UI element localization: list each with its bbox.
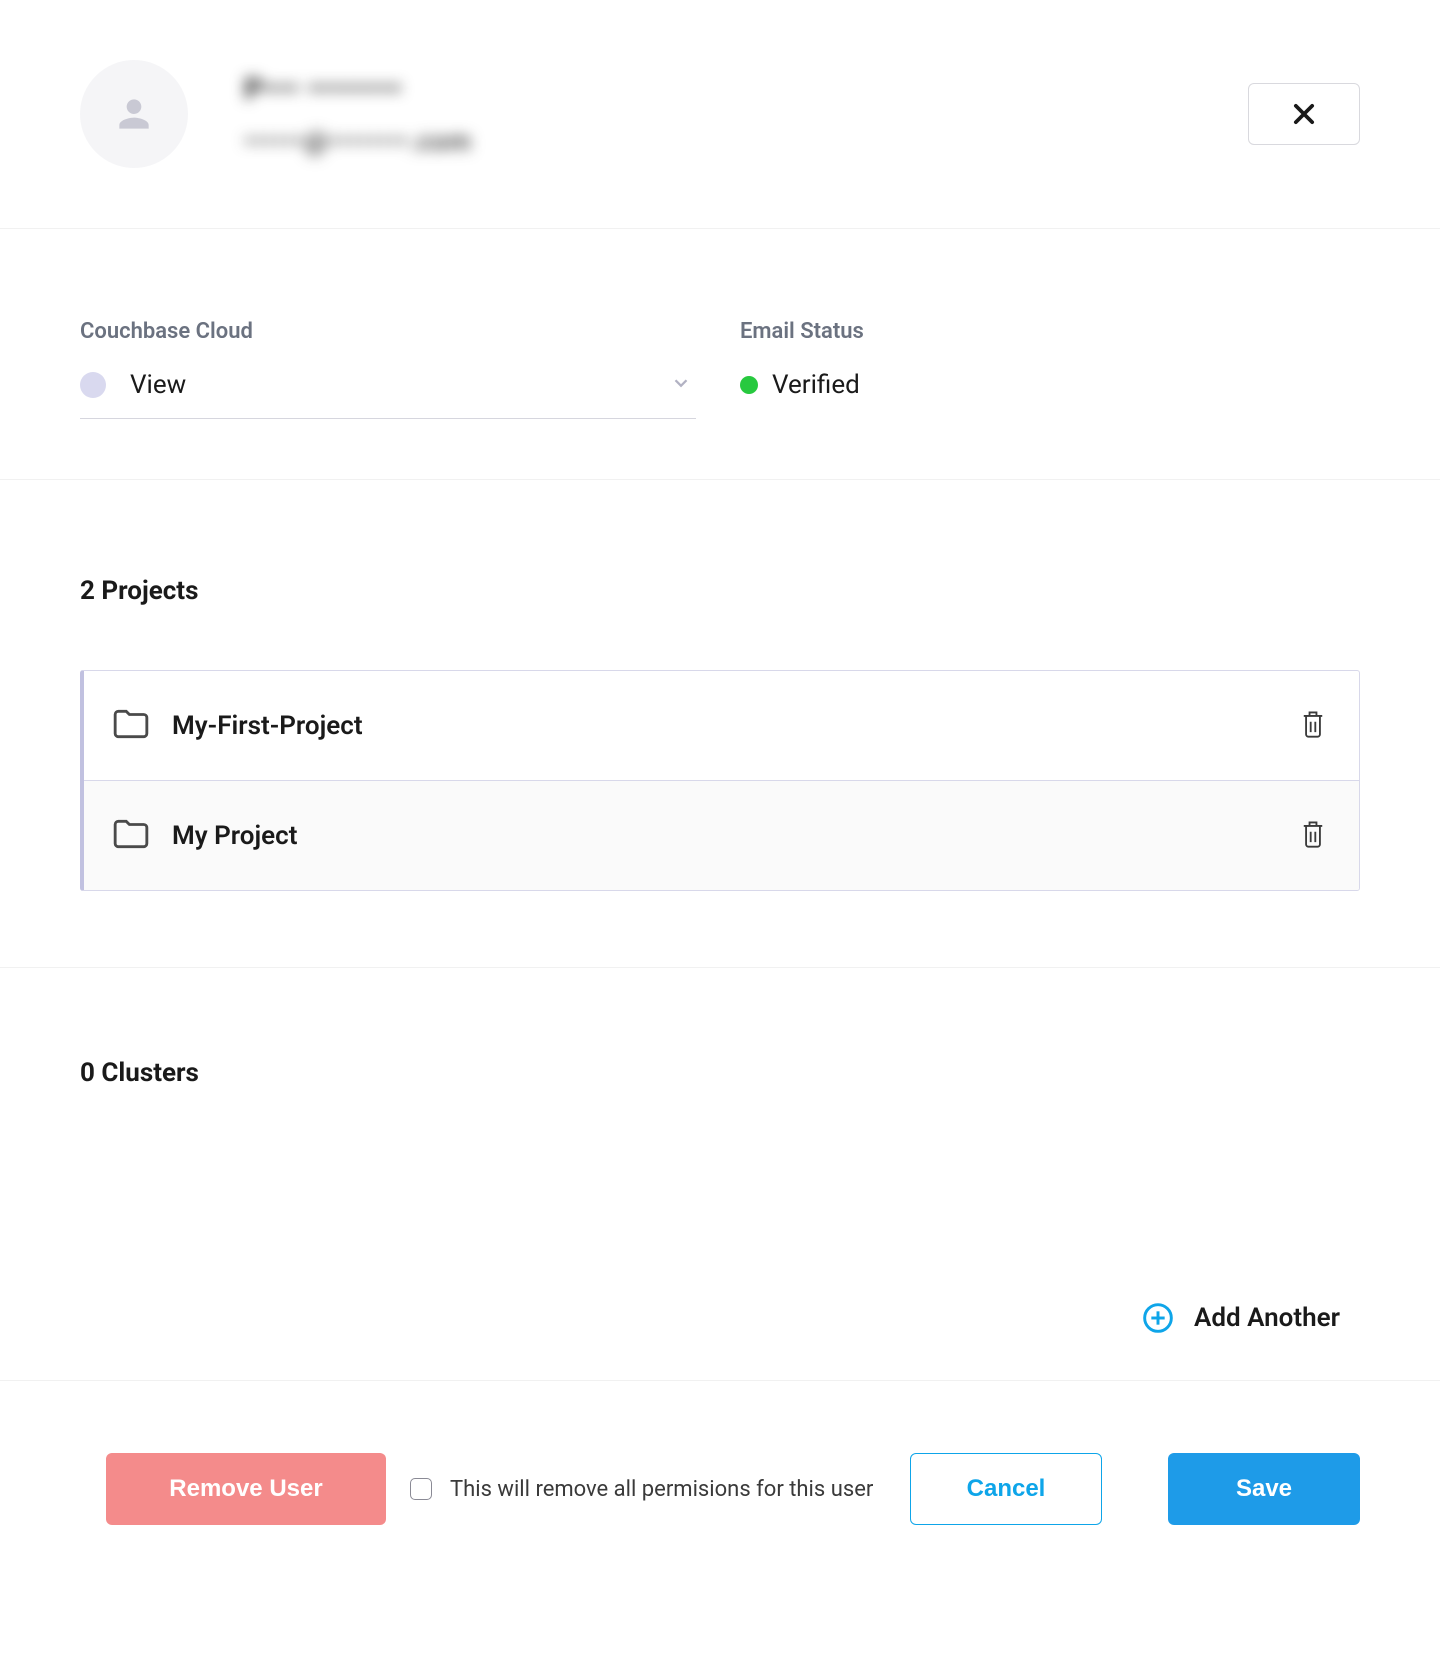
email-status-value: Verified <box>772 370 860 400</box>
cancel-button[interactable]: Cancel <box>910 1453 1102 1525</box>
project-row[interactable]: My-First-Project <box>84 671 1359 780</box>
clusters-section: 0 Clusters Add Another <box>0 968 1440 1381</box>
email-status-field: Email Status Verified <box>740 319 864 419</box>
settings-section: Couchbase Cloud View Email Status Verifi… <box>0 229 1440 480</box>
avatar <box>80 60 188 168</box>
add-another-button[interactable]: Add Another <box>80 1152 1360 1334</box>
user-identity: P••• •••••••• ••••••@••••••••.com <box>244 72 472 157</box>
clusters-heading: 0 Clusters <box>80 1058 1360 1088</box>
cloud-select-value: View <box>130 370 670 400</box>
folder-icon <box>112 708 150 744</box>
close-icon <box>1290 100 1318 128</box>
projects-heading: 2 Projects <box>80 576 1360 606</box>
person-icon <box>112 92 156 136</box>
email-status-label: Email Status <box>740 319 864 344</box>
role-dot-icon <box>80 372 106 398</box>
cloud-select[interactable]: View <box>80 360 696 419</box>
status-dot-icon <box>740 376 758 394</box>
delete-project-button[interactable] <box>1295 705 1331 746</box>
user-header: P••• •••••••• ••••••@••••••••.com <box>0 0 1440 229</box>
remove-user-note: This will remove all permisions for this… <box>450 1477 873 1502</box>
project-list: My-First-Project My Project <box>80 670 1360 891</box>
chevron-down-icon <box>670 372 692 398</box>
trash-icon <box>1299 709 1327 739</box>
user-email: ••••••@••••••••.com <box>244 127 472 157</box>
project-name: My Project <box>172 821 1273 851</box>
footer-actions: Remove User This will remove all permisi… <box>0 1381 1440 1585</box>
save-button[interactable]: Save <box>1168 1453 1360 1525</box>
project-name: My-First-Project <box>172 711 1273 741</box>
close-button[interactable] <box>1248 83 1360 145</box>
project-row[interactable]: My Project <box>84 780 1359 890</box>
confirm-remove-checkbox[interactable] <box>410 1478 432 1500</box>
trash-icon <box>1299 819 1327 849</box>
folder-icon <box>112 818 150 854</box>
cloud-field: Couchbase Cloud View <box>80 319 696 419</box>
delete-project-button[interactable] <box>1295 815 1331 856</box>
plus-circle-icon <box>1142 1302 1174 1334</box>
remove-user-button[interactable]: Remove User <box>106 1453 386 1525</box>
user-name: P••• •••••••• <box>244 72 472 107</box>
cloud-label: Couchbase Cloud <box>80 319 696 344</box>
add-another-label: Add Another <box>1194 1303 1340 1333</box>
projects-section: 2 Projects My-First-Project My Project <box>0 480 1440 968</box>
